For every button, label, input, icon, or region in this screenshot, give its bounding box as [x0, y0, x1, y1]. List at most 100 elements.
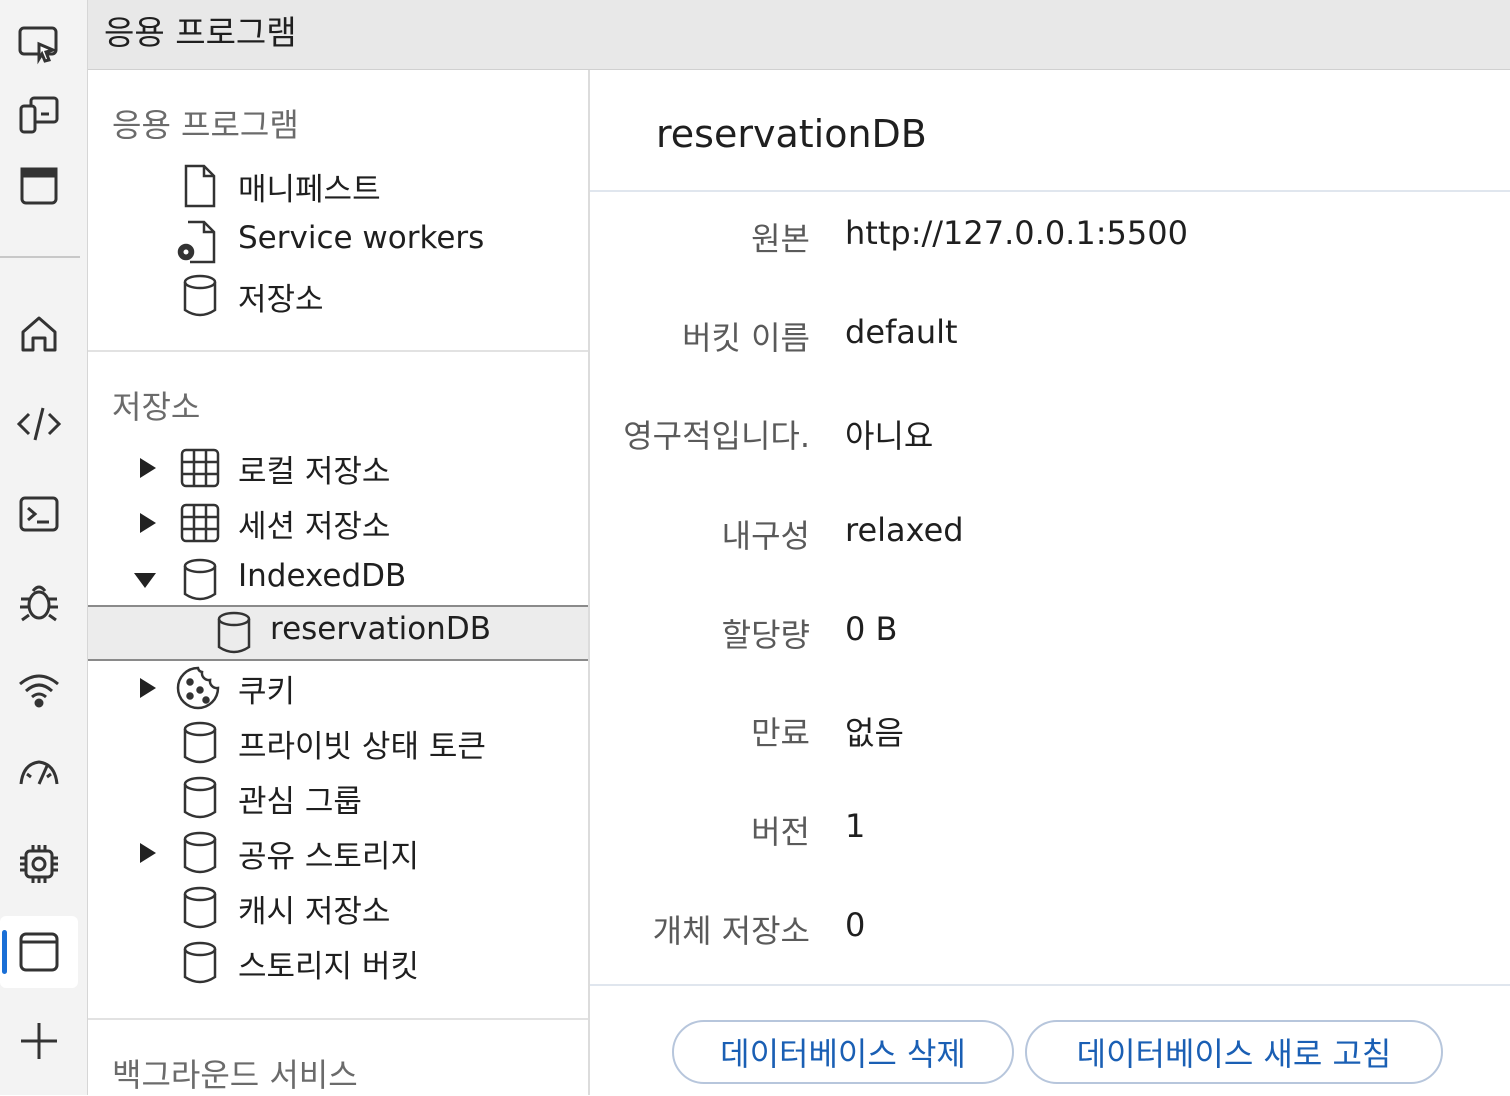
plus-icon — [21, 1023, 57, 1059]
tree-item-private-state-tokens[interactable]: 프라이빗 상태 토큰 — [88, 717, 588, 769]
console-icon — [19, 496, 59, 532]
panel-title: 응용 프로그램 — [104, 13, 297, 52]
property-key-origin: 원본 — [751, 220, 810, 258]
cpu-icon — [20, 845, 58, 883]
activity-separator — [0, 256, 80, 258]
tree-item-indexeddb[interactable]: IndexedDB — [88, 554, 588, 606]
tree-item-cookies[interactable]: 쿠키 — [88, 662, 588, 714]
tree-item-local-storage[interactable]: 로컬 저장소 — [88, 442, 588, 494]
property-value-expiration: 없음 — [845, 714, 904, 752]
property-value-origin: http://127.0.0.1:5500 — [845, 214, 1188, 252]
tree-item-label: 캐시 저장소 — [238, 894, 391, 930]
tree-item-shared-storage[interactable]: 공유 스토리지 — [88, 827, 588, 879]
tree-item-label: reservationDB — [270, 611, 491, 647]
inspect-button[interactable] — [0, 8, 78, 80]
database-details-panel: reservationDB 원본 http://127.0.0.1:5500 버… — [590, 70, 1510, 1095]
file-icon — [184, 164, 216, 208]
property-key-version: 버전 — [751, 813, 810, 851]
performance-icon — [19, 760, 59, 785]
performance-button[interactable] — [0, 738, 78, 810]
elements-button[interactable] — [0, 388, 78, 460]
section-heading-background-services: 백그라운드 서비스 — [112, 1056, 358, 1094]
service-worker-icon — [177, 220, 216, 264]
section-heading-application: 응용 프로그램 — [112, 106, 299, 144]
sources-button[interactable] — [0, 565, 78, 637]
database-icon — [183, 941, 217, 984]
bug-icon — [20, 585, 58, 622]
memory-button[interactable] — [0, 828, 78, 900]
property-value-persistent: 아니요 — [845, 417, 934, 455]
tree-item-label: Service workers — [238, 220, 485, 256]
tree-item-label: 저장소 — [238, 282, 324, 318]
expand-arrow-icon[interactable] — [136, 676, 158, 700]
code-icon — [16, 407, 62, 441]
expand-arrow-icon[interactable] — [136, 511, 158, 535]
tree-item-reservationdb[interactable]: reservationDB — [88, 605, 588, 661]
delete-database-button[interactable]: 데이터베이스 삭제 — [672, 1020, 1014, 1084]
tree-item-label: 쿠키 — [238, 674, 296, 710]
device-emulation-icon — [19, 96, 59, 134]
window-button[interactable] — [0, 150, 78, 222]
console-button[interactable] — [0, 478, 78, 550]
property-value-quota: 0 B — [845, 610, 898, 648]
tree-item-interest-groups[interactable]: 관심 그룹 — [88, 772, 588, 824]
activity-bar — [0, 0, 88, 1095]
database-icon — [183, 831, 217, 874]
wifi-icon — [19, 674, 59, 708]
database-icon — [183, 776, 217, 819]
tree-item-manifest[interactable]: 매니페스트 — [88, 160, 588, 212]
tree-item-label: 로컬 저장소 — [238, 454, 391, 490]
application-icon — [19, 932, 59, 972]
database-icon — [183, 886, 217, 929]
more-tools-button[interactable] — [0, 1005, 78, 1077]
home-icon — [21, 316, 57, 352]
expand-arrow-icon[interactable] — [136, 841, 158, 865]
property-value-bucket-name: default — [845, 313, 958, 351]
database-title: reservationDB — [656, 112, 927, 156]
property-value-version: 1 — [845, 807, 866, 845]
property-key-persistent: 영구적입니다. — [623, 417, 810, 455]
tree-item-label: 관심 그룹 — [238, 784, 362, 820]
section-heading-storage: 저장소 — [112, 388, 201, 426]
tree-item-label: 프라이빗 상태 토큰 — [238, 729, 486, 765]
tree-item-service-workers[interactable]: Service workers — [88, 216, 588, 268]
network-button[interactable] — [0, 652, 78, 724]
panel-titlebar: 응용 프로그램 — [88, 0, 1510, 70]
tree-item-cache-storage[interactable]: 캐시 저장소 — [88, 882, 588, 934]
tree-item-label: 세션 저장소 — [238, 509, 391, 545]
sidebar: 응용 프로그램 매니페스트 Service workers 저장소 저장소 로컬… — [88, 70, 590, 1095]
tree-item-label: IndexedDB — [238, 558, 407, 594]
database-icon — [183, 558, 217, 601]
property-key-bucket-name: 버킷 이름 — [682, 319, 810, 357]
grid-icon — [180, 503, 220, 543]
device-emulation-button[interactable] — [0, 78, 78, 150]
property-value-durability: relaxed — [845, 511, 964, 549]
property-key-quota: 할당량 — [721, 616, 810, 654]
tree-item-label: 공유 스토리지 — [238, 839, 419, 875]
refresh-database-button[interactable]: 데이터베이스 새로 고침 — [1025, 1020, 1443, 1084]
tree-item-label: 매니페스트 — [238, 172, 381, 208]
window-icon — [20, 167, 58, 205]
property-key-object-stores: 개체 저장소 — [652, 912, 810, 950]
database-icon — [217, 611, 251, 654]
property-key-expiration: 만료 — [751, 714, 810, 752]
application-button[interactable] — [0, 916, 78, 988]
database-icon — [183, 721, 217, 764]
home-button[interactable] — [0, 298, 78, 370]
tree-item-label: 스토리지 버킷 — [238, 949, 419, 985]
header-divider — [590, 190, 1510, 192]
inspect-icon — [18, 26, 58, 65]
tree-item-session-storage[interactable]: 세션 저장소 — [88, 497, 588, 549]
collapse-arrow-icon[interactable] — [132, 568, 158, 592]
grid-icon — [180, 448, 220, 488]
section-divider — [88, 1018, 588, 1020]
footer-divider — [590, 984, 1510, 986]
property-key-durability: 내구성 — [721, 517, 810, 555]
tree-item-storage[interactable]: 저장소 — [88, 270, 588, 322]
expand-arrow-icon[interactable] — [136, 456, 158, 480]
tree-item-storage-buckets[interactable]: 스토리지 버킷 — [88, 937, 588, 989]
database-icon — [183, 274, 217, 317]
section-divider — [88, 350, 588, 352]
property-value-object-stores: 0 — [845, 906, 866, 944]
cookie-icon — [176, 666, 220, 710]
